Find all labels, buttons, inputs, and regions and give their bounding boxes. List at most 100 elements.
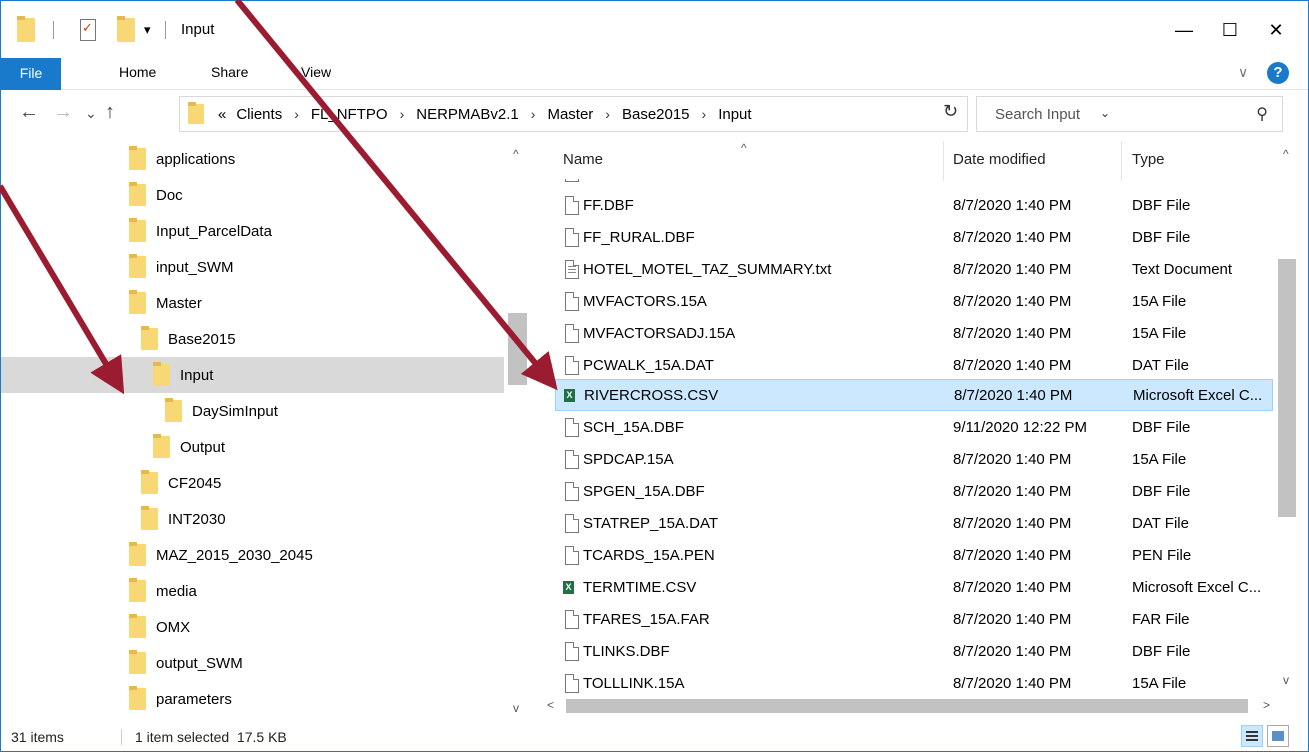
tree-item-label: INT2030 — [168, 510, 226, 528]
tree-item-media[interactable]: media — [129, 573, 197, 609]
nav-scrollbar[interactable]: ^ v — [504, 141, 531, 721]
address-bar[interactable]: « Clients › FL_NFTPO › NERPMABv2.1 › Mas… — [179, 96, 1110, 132]
file-row[interactable]: MVFACTORS.15A 8/7/2020 1:40 PM 15A File — [555, 285, 1273, 317]
search-input[interactable] — [977, 97, 1237, 131]
scroll-up-icon[interactable]: ^ — [1283, 147, 1289, 161]
file-row[interactable]: TFARES_15A.FAR 8/7/2020 1:40 PM FAR File — [555, 603, 1273, 635]
file-type: Microsoft Excel C... — [1132, 578, 1262, 596]
breadcrumb-fl-nftpo[interactable]: FL_NFTPO — [311, 106, 388, 123]
file-name: MVFACTORSADJ.15A — [583, 324, 736, 342]
tab-view[interactable]: View — [301, 64, 331, 80]
file-date: 8/7/2020 1:40 PM — [953, 578, 1072, 596]
tree-item-cf2045[interactable]: CF2045 — [141, 465, 221, 501]
tree-item-daysiminput[interactable]: DaySimInput — [165, 393, 278, 429]
breadcrumb-base2015[interactable]: Base2015 — [622, 106, 690, 123]
tree-item-master[interactable]: Master — [129, 285, 202, 321]
file-type: DAT File — [1132, 514, 1189, 532]
file-row[interactable]: FF.DBF 8/7/2020 1:40 PM DBF File — [555, 189, 1273, 221]
scroll-down-icon[interactable]: v — [1283, 673, 1289, 687]
tree-item-doc[interactable]: Doc — [129, 177, 183, 213]
file-list-hscroll-thumb[interactable] — [566, 699, 1248, 713]
close-button[interactable]: ✕ — [1256, 13, 1296, 47]
breadcrumb-master[interactable]: Master — [547, 106, 593, 123]
help-icon[interactable]: ? — [1267, 62, 1289, 84]
file-row[interactable]: TOLLLINK.15A 8/7/2020 1:40 PM 15A File — [555, 667, 1273, 693]
file-row-selected[interactable]: X RIVERCROSS.CSV 8/7/2020 1:40 PM Microsoft… — [555, 379, 1273, 411]
breadcrumb-input[interactable]: Input — [718, 106, 751, 123]
file-row[interactable]: SPDCAP.15A 8/7/2020 1:40 PM 15A File — [555, 443, 1273, 475]
file-list-hscrollbar[interactable]: < > — [541, 696, 1281, 716]
properties-icon[interactable] — [80, 15, 96, 45]
maximize-button[interactable]: ☐ — [1210, 13, 1250, 47]
column-divider[interactable] — [943, 141, 944, 181]
forward-button[interactable]: → — [53, 101, 73, 124]
breadcrumb-overflow[interactable]: « — [218, 106, 226, 123]
tree-item-int2030[interactable]: INT2030 — [141, 501, 226, 537]
tree-item-maz[interactable]: MAZ_2015_2030_2045 — [129, 537, 313, 573]
refresh-icon[interactable]: ↻ — [943, 101, 958, 122]
file-icon — [565, 417, 579, 437]
file-row[interactable]: FF_RURAL.DBF 8/7/2020 1:40 PM DBF File — [555, 221, 1273, 253]
tree-item-label: parameters — [156, 690, 232, 708]
file-row[interactable]: PCWALK_15A.DAT 8/7/2020 1:40 PM DAT File — [555, 349, 1273, 381]
new-folder-icon[interactable] — [117, 15, 135, 45]
recent-locations-button[interactable]: ⌄ — [85, 105, 97, 122]
file-row[interactable]: SCH_15A.DBF 9/11/2020 12:22 PM DBF File — [555, 411, 1273, 443]
tab-share[interactable]: Share — [211, 64, 248, 80]
file-date: 8/7/2020 1:40 PM — [953, 610, 1072, 628]
details-view-button[interactable] — [1241, 725, 1263, 747]
column-header-type[interactable]: Type — [1132, 151, 1165, 168]
file-icon — [565, 323, 579, 343]
tab-home[interactable]: Home — [119, 64, 156, 80]
tree-item-output-swm[interactable]: output_SWM — [129, 645, 243, 681]
tree-item-output[interactable]: Output — [153, 429, 225, 465]
scroll-up-icon[interactable]: ^ — [513, 147, 519, 161]
tree-item-applications[interactable]: applications — [129, 141, 235, 177]
file-row[interactable]: HOTEL_MOTEL_TAZ_SUMMARY.txt 8/7/2020 1:40… — [555, 253, 1273, 285]
breadcrumb-separator[interactable]: › — [531, 106, 536, 122]
file-list-vscroll-thumb[interactable] — [1278, 259, 1296, 517]
column-header-name[interactable]: Name — [563, 151, 603, 168]
tree-item-input[interactable]: Input — [153, 357, 213, 393]
file-row[interactable]: X TERMTIME.CSV 8/7/2020 1:40 PM Microsoft E… — [555, 571, 1273, 603]
folder-icon — [129, 218, 146, 242]
tab-file[interactable]: File — [1, 58, 61, 90]
search-icon[interactable]: ⚲ — [1256, 104, 1268, 124]
tree-item-base2015[interactable]: Base2015 — [141, 321, 236, 357]
search-box[interactable]: ⚲ — [976, 96, 1283, 132]
scroll-left-icon[interactable]: < — [547, 698, 554, 712]
ribbon-expand-icon[interactable]: ∨ — [1238, 64, 1248, 81]
tree-item-label: Input — [180, 366, 214, 384]
large-icons-view-icon — [1272, 731, 1284, 741]
column-header-date[interactable]: Date modified — [953, 151, 1046, 168]
file-row[interactable]: TCARDS_15A.PEN 8/7/2020 1:40 PM PEN File — [555, 539, 1273, 571]
scroll-down-icon[interactable]: v — [513, 701, 519, 715]
file-type: DBF File — [1132, 642, 1191, 660]
large-icons-view-button[interactable] — [1267, 725, 1289, 747]
back-button[interactable]: ← — [19, 101, 39, 124]
breadcrumb-clients[interactable]: Clients — [236, 106, 282, 123]
column-divider[interactable] — [1121, 141, 1122, 181]
folder-icon — [129, 146, 146, 170]
tree-item-parameters[interactable]: parameters — [129, 681, 232, 717]
tree-item-omx[interactable]: OMX — [129, 609, 190, 645]
file-row[interactable]: TLINKS.DBF 8/7/2020 1:40 PM DBF File — [555, 635, 1273, 667]
folder-icon — [141, 326, 158, 350]
breadcrumb-separator[interactable]: › — [605, 106, 610, 122]
breadcrumb-separator[interactable]: › — [702, 106, 707, 122]
breadcrumb-nerpmabv2[interactable]: NERPMABv2.1 — [416, 106, 519, 123]
file-row[interactable]: SPGEN_15A.DBF 8/7/2020 1:40 PM DBF File — [555, 475, 1273, 507]
scroll-right-icon[interactable]: > — [1263, 698, 1270, 712]
minimize-button[interactable]: — — [1164, 13, 1204, 47]
up-button[interactable]: ↑ — [105, 101, 115, 124]
folder-icon — [129, 182, 146, 206]
breadcrumb-separator[interactable]: › — [294, 106, 299, 122]
quick-access-dropdown[interactable]: ▾ — [144, 15, 151, 45]
tree-item-input-parceldata[interactable]: Input_ParcelData — [129, 213, 272, 249]
tree-item-input-swm[interactable]: input_SWM — [129, 249, 234, 285]
file-list-vscrollbar[interactable]: ^ v — [1273, 141, 1301, 696]
nav-scroll-thumb[interactable] — [508, 313, 527, 385]
file-row[interactable]: MVFACTORSADJ.15A 8/7/2020 1:40 PM 15A File — [555, 317, 1273, 349]
breadcrumb-separator[interactable]: › — [400, 106, 405, 122]
file-row[interactable]: STATREP_15A.DAT 8/7/2020 1:40 PM DAT File — [555, 507, 1273, 539]
